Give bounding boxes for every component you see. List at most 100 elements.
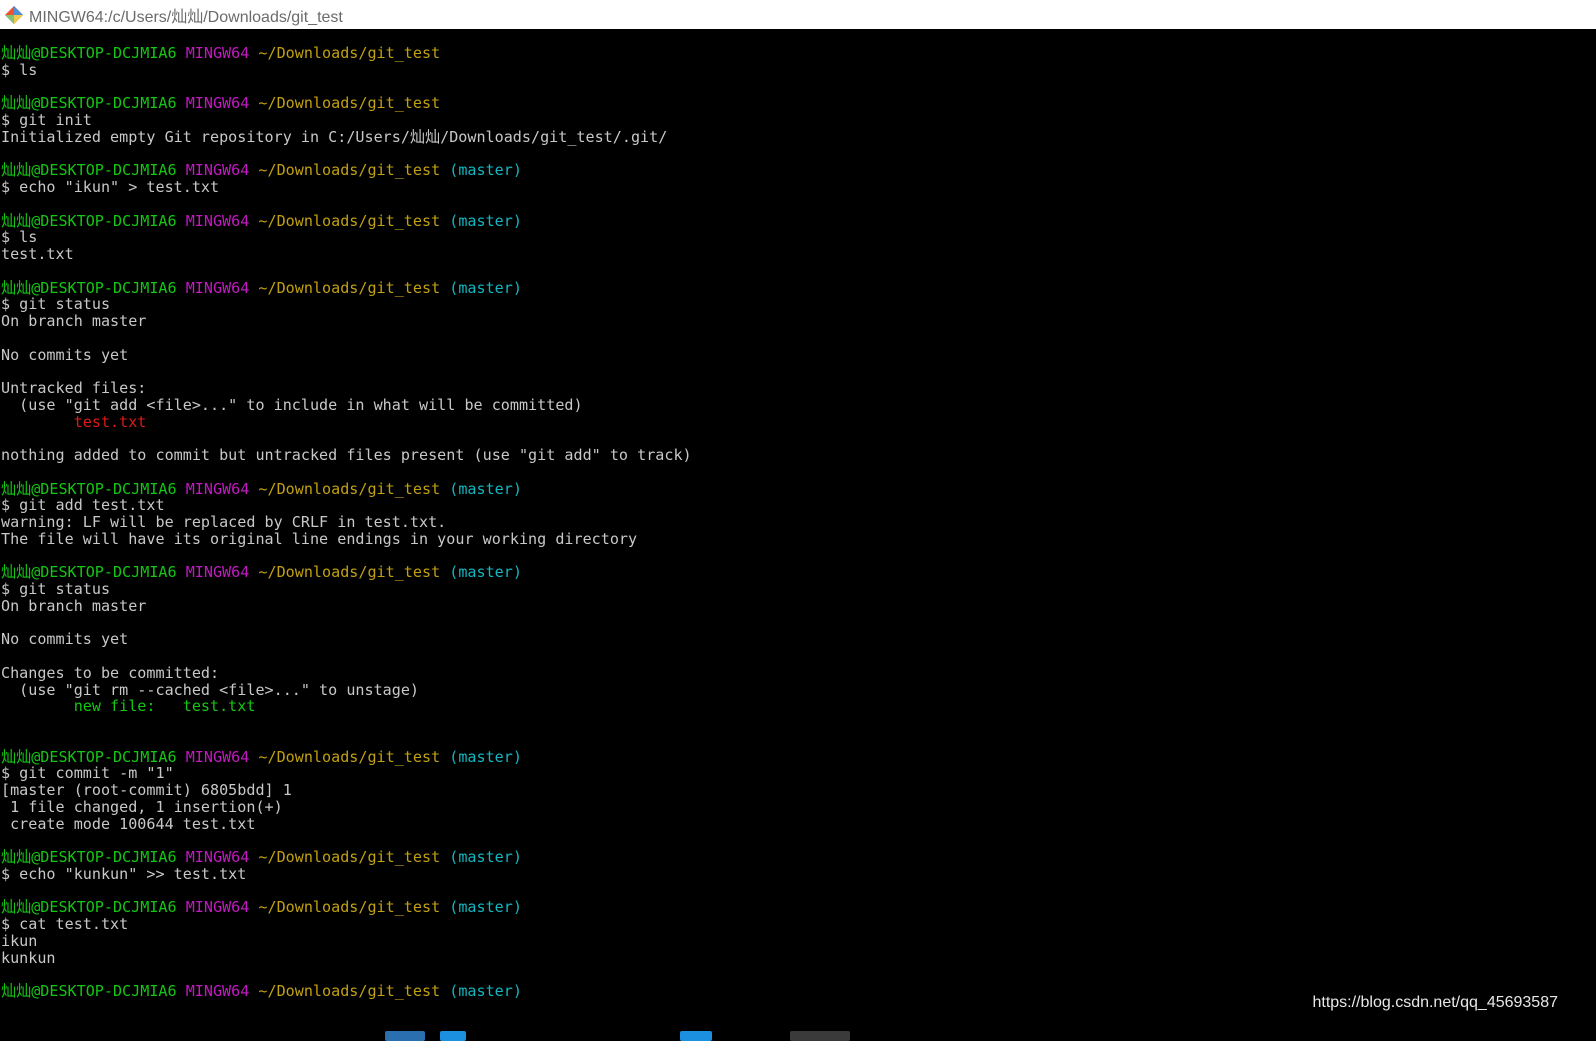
prompt-path: ~/Downloads/git_test [258, 563, 441, 582]
prompt-branch: (master) [449, 747, 522, 766]
output-line: Initialized empty Git repository in C:/U… [1, 127, 668, 146]
output-line: On branch master [1, 312, 147, 330]
output-line: Changes to be committed: [1, 663, 220, 682]
prompt-line: 灿灿@DESKTOP-DCJMIA6 MINGW64 ~/Downloads/g… [1, 95, 1561, 112]
output-line: $ git add test.txt [1, 496, 165, 515]
prompt-system: MINGW64 [185, 747, 250, 766]
prompt-branch: (master) [449, 982, 522, 1000]
taskbar-app-icon[interactable] [440, 1031, 466, 1041]
taskbar-app-icon[interactable] [385, 1031, 425, 1041]
output-line: $ git init [1, 111, 92, 129]
terminal-output[interactable]: 灿灿@DESKTOP-DCJMIA6 MINGW64 ~/Downloads/g… [1, 45, 1561, 1015]
prompt-system: MINGW64 [185, 848, 250, 866]
prompt-line: 灿灿@DESKTOP-DCJMIA6 MINGW64 ~/Downloads/g… [1, 899, 1561, 916]
prompt-branch: (master) [449, 479, 522, 498]
prompt-path: ~/Downloads/git_test [258, 278, 441, 297]
output-line: kunkun [1, 948, 56, 967]
output-line: $ git status [1, 580, 111, 598]
prompt-branch: (master) [449, 848, 522, 866]
terminal-window: MINGW64:/c/Users/灿灿/Downloads/git_test 灿… [0, 0, 1596, 1041]
prompt-user-host: 灿灿@DESKTOP-DCJMIA6 [1, 479, 177, 498]
prompt-branch: (master) [449, 278, 522, 297]
output-line: No commits yet [1, 345, 129, 364]
prompt-user-host: 灿灿@DESKTOP-DCJMIA6 [1, 848, 177, 866]
prompt-user-host: 灿灿@DESKTOP-DCJMIA6 [1, 45, 177, 62]
output-line: $ cat test.txt [1, 915, 129, 933]
status-file-line: new file: test.txt [1, 698, 1561, 715]
output-line: (use "git add <file>..." to include in w… [1, 395, 583, 414]
output-line: 1 file changed, 1 insertion(+) [1, 797, 283, 816]
output-line: On branch master [1, 596, 147, 615]
taskbar-peek [0, 1012, 1596, 1041]
prompt-user-host: 灿灿@DESKTOP-DCJMIA6 [1, 211, 177, 230]
output-line: No commits yet [1, 630, 129, 649]
output-line: test.txt [1, 245, 74, 263]
prompt-user-host: 灿灿@DESKTOP-DCJMIA6 [1, 161, 177, 180]
output-line: [master (root-commit) 6805bdd] 1 [1, 781, 292, 799]
watermark-text: https://blog.csdn.net/qq_45693587 [1312, 994, 1558, 1011]
output-line: warning: LF will be replaced by CRLF in … [1, 513, 447, 531]
prompt-path: ~/Downloads/git_test [258, 45, 441, 62]
prompt-path: ~/Downloads/git_test [258, 211, 441, 230]
prompt-line: 灿灿@DESKTOP-DCJMIA6 MINGW64 ~/Downloads/g… [1, 564, 1561, 581]
prompt-line: 灿灿@DESKTOP-DCJMIA6 MINGW64 ~/Downloads/g… [1, 45, 1561, 62]
output-line: create mode 100644 test.txt [1, 814, 256, 833]
prompt-system: MINGW64 [185, 563, 250, 582]
prompt-path: ~/Downloads/git_test [258, 982, 441, 1000]
prompt-path: ~/Downloads/git_test [258, 479, 441, 498]
prompt-user-host: 灿灿@DESKTOP-DCJMIA6 [1, 982, 177, 1000]
output-line: ikun [1, 931, 38, 950]
prompt-user-host: 灿灿@DESKTOP-DCJMIA6 [1, 898, 177, 917]
taskbar-app-icon[interactable] [680, 1031, 712, 1041]
status-file-text: test.txt [1, 412, 147, 431]
output-line: $ echo "kunkun" >> test.txt [1, 864, 247, 883]
output-line: The file will have its original line end… [1, 529, 638, 548]
title-bar[interactable]: MINGW64:/c/Users/灿灿/Downloads/git_test [0, 0, 1596, 29]
prompt-branch: (master) [449, 161, 522, 180]
output-line: $ echo "ikun" > test.txt [1, 178, 220, 196]
prompt-branch: (master) [449, 898, 522, 917]
prompt-path: ~/Downloads/git_test [258, 848, 441, 866]
window-title: MINGW64:/c/Users/灿灿/Downloads/git_test [29, 8, 343, 26]
output-line: (use "git rm --cached <file>..." to unst… [1, 680, 420, 699]
prompt-system: MINGW64 [185, 45, 250, 62]
prompt-user-host: 灿灿@DESKTOP-DCJMIA6 [1, 747, 177, 766]
output-line: $ ls [1, 228, 38, 247]
output-line: $ ls [1, 60, 38, 79]
prompt-user-host: 灿灿@DESKTOP-DCJMIA6 [1, 563, 177, 582]
status-file-text: new file: test.txt [1, 697, 256, 716]
prompt-line: 灿灿@DESKTOP-DCJMIA6 MINGW64 ~/Downloads/g… [1, 211, 1561, 230]
output-line: $ git commit -m "1" [1, 764, 174, 783]
prompt-path: ~/Downloads/git_test [258, 747, 441, 766]
prompt-system: MINGW64 [185, 211, 250, 230]
prompt-system: MINGW64 [185, 479, 250, 498]
prompt-line: 灿灿@DESKTOP-DCJMIA6 MINGW64 ~/Downloads/g… [1, 747, 1561, 766]
prompt-line: 灿灿@DESKTOP-DCJMIA6 MINGW64 ~/Downloads/g… [1, 162, 1561, 179]
prompt-line: 灿灿@DESKTOP-DCJMIA6 MINGW64 ~/Downloads/g… [1, 849, 1561, 866]
prompt-user-host: 灿灿@DESKTOP-DCJMIA6 [1, 278, 177, 297]
prompt-line: 灿灿@DESKTOP-DCJMIA6 MINGW64 ~/Downloads/g… [1, 278, 1561, 297]
prompt-user-host: 灿灿@DESKTOP-DCJMIA6 [1, 94, 177, 113]
prompt-system: MINGW64 [185, 898, 250, 917]
prompt-branch: (master) [449, 211, 522, 230]
output-line: nothing added to commit but untracked fi… [1, 446, 692, 464]
prompt-line: 灿灿@DESKTOP-DCJMIA6 MINGW64 ~/Downloads/g… [1, 479, 1561, 498]
prompt-branch: (master) [449, 563, 522, 582]
prompt-system: MINGW64 [185, 161, 250, 180]
taskbar-app-icon[interactable] [790, 1031, 850, 1041]
output-line: Untracked files: [1, 379, 147, 397]
